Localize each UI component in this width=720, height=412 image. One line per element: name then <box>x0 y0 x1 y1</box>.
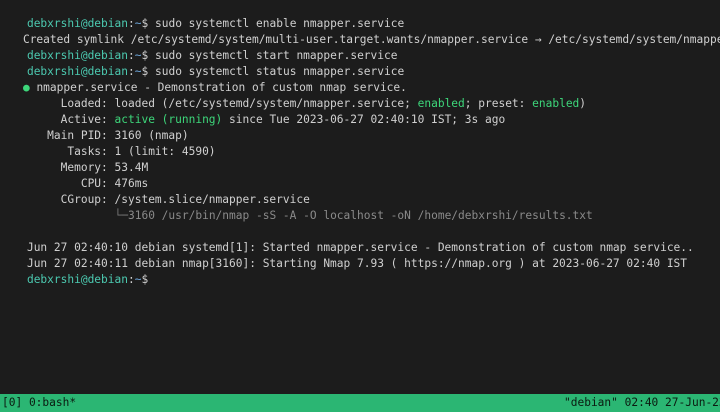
command-line: debxrshi@debian:~$ sudo systemctl enable… <box>0 0 404 30</box>
output-line: Main PID: 3160 (nmap) <box>0 112 188 142</box>
output-line: └─3160 /usr/bin/nmap -sS -A -O localhost… <box>0 192 593 222</box>
cgroup-process: 3160 /usr/bin/nmap -sS -A -O localhost -… <box>128 209 593 222</box>
prompt-user-host: debxrshi@debian <box>26 273 128 286</box>
output-line: ● nmapper.service - Demonstration of cus… <box>0 64 407 94</box>
terminal-window[interactable]: debxrshi@debian:~$ sudo systemctl enable… <box>0 0 720 394</box>
output-line: Active: active (running) since Tue 2023-… <box>0 96 506 126</box>
output-line: Created symlink /etc/systemd/system/mult… <box>0 16 720 46</box>
output-line: Memory: 53.4M <box>0 144 149 174</box>
output-line: Loaded: loaded (/etc/systemd/system/nmap… <box>0 80 586 110</box>
tree-branch-icon: └─ <box>26 209 129 222</box>
log-line: Jun 27 02:40:10 debian systemd[1]: Start… <box>0 224 694 254</box>
active-since: since Tue 2023-06-27 02:40:10 IST; 3s ag… <box>222 113 506 126</box>
output-line: CPU: 476ms <box>0 160 148 190</box>
log-line: Jun 27 02:40:11 debian nmap[3160]: Start… <box>0 240 687 270</box>
output-line: Tasks: 1 (limit: 4590) <box>0 128 215 158</box>
output-line: CGroup: /system.slice/nmapper.service <box>0 176 310 206</box>
prompt-separator: : <box>128 273 135 286</box>
command-line: debxrshi@debian:~$ sudo systemctl status… <box>0 48 404 78</box>
loaded-post: ) <box>579 97 587 110</box>
prompt-symbol: $ <box>141 273 149 286</box>
tmux-status-bar: [0] 0:bash* "debian" 02:40 27-Jun-23 <box>0 394 720 412</box>
tmux-status-right: "debian" 02:40 27-Jun-23 <box>564 396 720 409</box>
prompt-path: ~ <box>134 273 142 286</box>
loaded-preset: enabled <box>532 97 580 110</box>
command-line[interactable]: debxrshi@debian:~$ <box>0 256 162 286</box>
command-line: debxrshi@debian:~$ sudo systemctl start … <box>0 32 398 62</box>
tmux-window-list[interactable]: [0] 0:bash* <box>2 394 76 412</box>
